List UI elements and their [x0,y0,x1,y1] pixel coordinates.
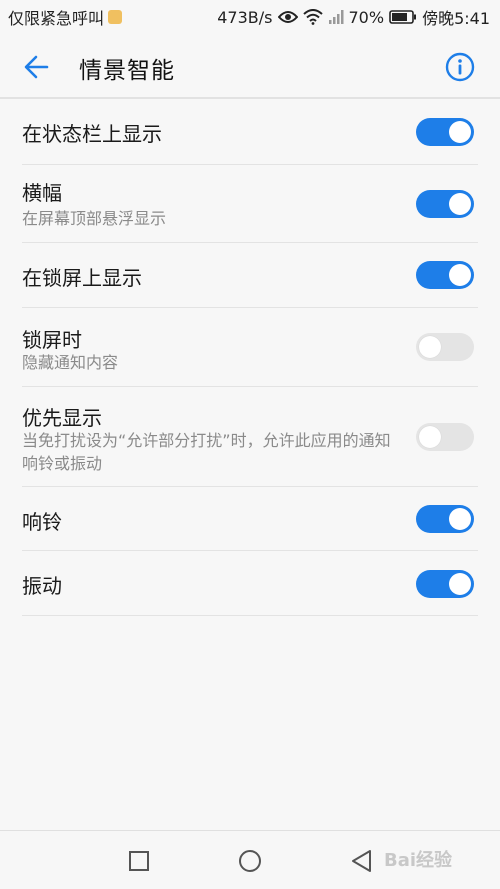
toggle-switch[interactable] [416,333,474,361]
setting-label: 在锁屏上显示 [22,266,142,290]
toggle-knob [449,508,471,530]
setting-row-lockscreen[interactable]: 在锁屏上显示 [22,243,478,308]
setting-label: 振动 [22,574,62,598]
setting-row-statusbar[interactable]: 在状态栏上显示 [22,99,478,165]
toggle-knob [449,193,471,215]
eye-icon [277,10,298,24]
signal-icon [328,9,344,25]
setting-label: 锁屏时 [22,328,82,352]
toggle-switch[interactable] [416,423,474,451]
watermark-logo: Bai经验 [384,850,453,871]
setting-subtitle: 隐藏通知内容 [22,353,119,372]
setting-subtitle: 在屏幕顶部悬浮显示 [22,209,167,228]
carrier-text: 仅限紧急呼叫 [8,9,105,28]
toggle-knob [449,121,471,143]
toggle-switch[interactable] [416,190,474,218]
setting-label: 优先显示 [22,406,102,430]
toggle-switch[interactable] [416,570,474,598]
setting-label: 响铃 [22,510,62,534]
setting-row-ring[interactable]: 响铃 [22,487,478,551]
toggle-knob [419,426,441,448]
toggle-switch[interactable] [416,505,474,533]
settings-list: 在状态栏上显示 横幅 在屏幕顶部悬浮显示 在锁屏上显示 锁屏时 隐藏通知内容 优… [22,99,478,616]
setting-row-lock-hide[interactable]: 锁屏时 隐藏通知内容 [22,308,478,387]
home-circle-icon[interactable] [238,849,262,873]
toggle-knob [419,336,441,358]
info-icon[interactable] [444,51,476,83]
toggle-knob [449,264,471,286]
battery-percent: 70% [348,7,385,27]
back-arrow-icon[interactable] [20,50,54,84]
setting-subtitle: 当免打扰设为“允许部分打扰”时，允许此应用的通知响铃或振动 [22,431,391,473]
setting-row-priority[interactable]: 优先显示 当免打扰设为“允许部分打扰”时，允许此应用的通知响铃或振动 [22,387,478,487]
toggle-switch[interactable] [416,261,474,289]
clock: 傍晚5:41 [422,9,490,28]
battery-icon [389,10,417,24]
status-bar: 仅限紧急呼叫 473B/s 70% 傍晚5:41 [0,0,500,34]
network-speed: 473B/s [217,7,273,27]
page-title: 情景智能 [79,58,175,84]
recent-apps-square-icon[interactable] [127,849,151,873]
setting-row-vibrate[interactable]: 振动 [22,551,478,616]
notification-badge-icon [108,10,123,24]
status-right: 473B/s 70% 傍晚5:41 [217,5,490,29]
toggle-switch[interactable] [416,118,474,146]
setting-row-banner[interactable]: 横幅 在屏幕顶部悬浮显示 [22,165,478,243]
setting-label: 横幅 [22,181,62,205]
setting-label: 在状态栏上显示 [22,122,162,146]
status-left: 仅限紧急呼叫 [8,5,123,29]
app-bar: 情景智能 [0,34,500,98]
toggle-knob [449,573,471,595]
back-triangle-icon[interactable] [350,849,374,873]
wifi-icon [302,9,323,25]
